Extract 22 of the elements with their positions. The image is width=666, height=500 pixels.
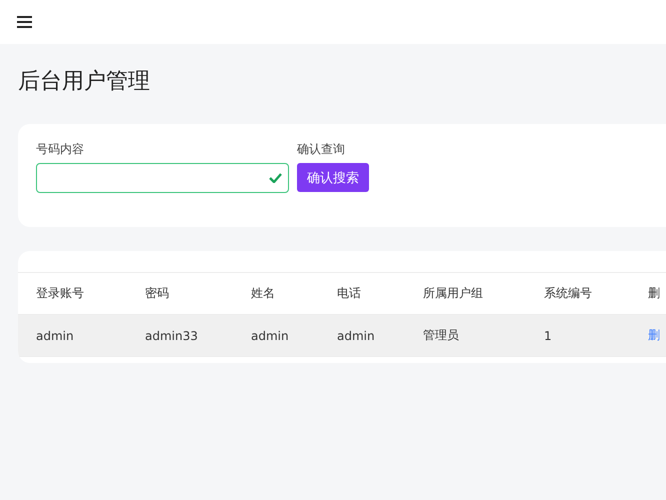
table-cell-text: admin33	[145, 328, 199, 342]
check-icon	[269, 173, 282, 183]
column-header: 电话	[337, 285, 362, 302]
action-label: 确认查询	[297, 142, 346, 157]
table-cell-text: 1	[544, 328, 553, 342]
input-field[interactable]	[36, 163, 289, 193]
column-header: 系统编号	[544, 285, 593, 302]
column-header: 所属用户组	[423, 285, 484, 302]
table-row[interactable]: admin admin33 admin admin 管理员 1 删	[18, 315, 666, 357]
column-header: 登录账号	[36, 285, 85, 302]
search-button[interactable]: 确认搜索	[297, 163, 369, 192]
column-header: 姓名	[251, 285, 276, 302]
table-cell-text: 管理员	[423, 327, 460, 344]
table-cell-text: admin	[36, 328, 75, 342]
column-header: 删	[648, 285, 661, 302]
table-cell-text: admin	[251, 328, 290, 342]
menu-icon[interactable]	[17, 16, 32, 28]
page-title: 后台用户管理	[18, 68, 151, 96]
delete-link[interactable]: 删	[648, 327, 666, 344]
table-cell-text: admin	[337, 328, 376, 342]
column-header: 密码	[145, 285, 170, 302]
field-label: 号码内容	[36, 142, 85, 157]
